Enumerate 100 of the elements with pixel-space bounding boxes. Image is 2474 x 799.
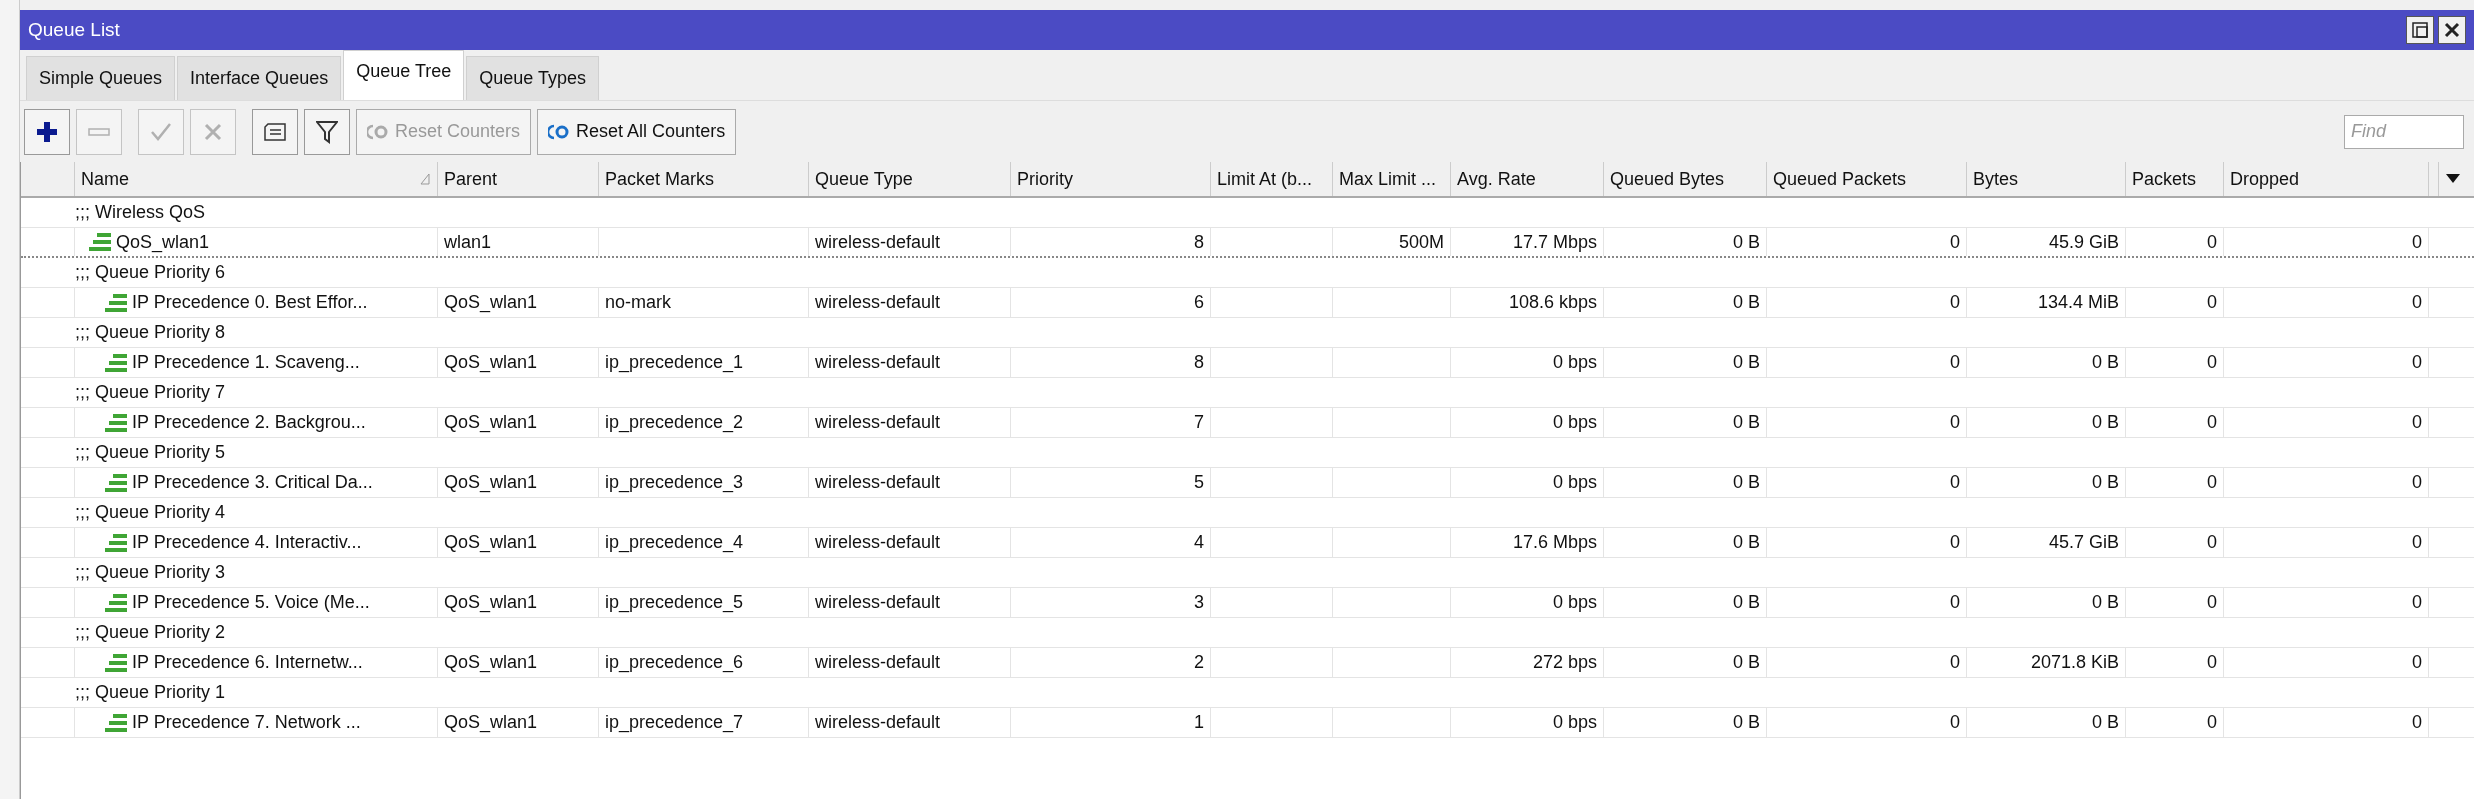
queue-icon xyxy=(105,593,127,612)
table-cell-text: 0 xyxy=(2207,351,2217,374)
table-cell-text: 0 xyxy=(2207,591,2217,614)
restore-button[interactable] xyxy=(2406,16,2434,44)
table-cell-text: 0 xyxy=(1950,230,1960,254)
table-cell-text: IP Precedence 7. Network ... xyxy=(132,711,361,734)
table-cell-text: wireless-default xyxy=(815,351,941,374)
table-cell-text: wireless-default xyxy=(815,531,941,554)
table-cell-text: IP Precedence 0. Best Effor... xyxy=(132,291,368,314)
table-cell-text: wireless-default xyxy=(815,591,941,614)
table-cell-text: 2071.8 KiB xyxy=(2030,651,2119,674)
table-cell-text: wireless-default xyxy=(815,230,941,254)
queue-row[interactable]: IP Precedence 4. Interactiv... QoS_wlan1 ip_precedence_4 wireless-default 4 17.6 Mbps 0 B 0 45.7 GiB 0 0 xyxy=(21,528,2474,558)
table-cell-text: 45.7 GiB xyxy=(2048,531,2119,554)
table-cell-text: 17.6 Mbps xyxy=(1512,531,1597,554)
column-header[interactable]: Packet Marks xyxy=(599,162,809,196)
table-cell-text: QoS_wlan1 xyxy=(444,411,538,435)
table-cell-text: ip_precedence_2 xyxy=(605,411,744,435)
column-header[interactable]: Priority xyxy=(1011,162,1211,196)
filter-button[interactable] xyxy=(304,108,350,155)
table-cell-text: wireless-default xyxy=(815,471,941,494)
queue-icon xyxy=(105,353,127,372)
queue-row[interactable]: IP Precedence 2. Backgrou... QoS_wlan1 ip_precedence_2 wireless-default 7 0 bps 0 B 0 0 B 0 0 xyxy=(21,408,2474,438)
column-header[interactable]: Packets xyxy=(2126,162,2224,196)
table-cell-text: 45.9 GiB xyxy=(2048,230,2119,254)
tab[interactable]: Queue Tree xyxy=(343,50,465,100)
table-cell-text: 0 B xyxy=(1732,291,1760,314)
queue-row[interactable]: IP Precedence 5. Voice (Me... QoS_wlan1 ip_precedence_5 wireless-default 3 0 bps 0 B 0 0 B 0 0 xyxy=(21,588,2474,618)
table-cell-text: 0 xyxy=(2207,531,2217,554)
comment-text: ;;; Queue Priority 2 xyxy=(75,621,226,644)
comment-text: ;;; Queue Priority 7 xyxy=(75,381,226,404)
column-header[interactable]: Limit At (b... xyxy=(1211,162,1333,196)
table-cell-text: 108.6 kbps xyxy=(1508,291,1597,314)
table-cell-text: QoS_wlan1 xyxy=(444,471,538,495)
table-cell-text: 1 xyxy=(1194,711,1204,734)
column-header[interactable]: Dropped xyxy=(2224,162,2429,196)
note-icon xyxy=(263,121,287,142)
table-cell-text: 3 xyxy=(1194,591,1204,614)
minus-icon xyxy=(88,126,110,137)
queue-row[interactable]: IP Precedence 6. Internetw... QoS_wlan1 ip_precedence_6 wireless-default 2 272 bps 0 B 0 2071.8 KiB 0 0 xyxy=(21,648,2474,678)
table-cell-text: IP Precedence 2. Backgrou... xyxy=(132,411,366,434)
table-cell-text: ip_precedence_4 xyxy=(605,531,744,555)
close-button[interactable] xyxy=(2438,16,2466,44)
table-cell-text: 0 bps xyxy=(1552,411,1597,434)
table-cell-text: 0 B xyxy=(2091,591,2119,614)
table-cell-text: IP Precedence 5. Voice (Me... xyxy=(132,591,370,614)
queue-icon xyxy=(105,473,127,492)
queue-row[interactable]: IP Precedence 1. Scaveng... QoS_wlan1 ip_precedence_1 wireless-default 8 0 bps 0 B 0 0 B 0 0 xyxy=(21,348,2474,378)
table-cell-text: 0 xyxy=(1950,351,1960,374)
window-title: Queue List xyxy=(28,17,120,42)
table-cell-text: IP Precedence 1. Scaveng... xyxy=(132,351,360,374)
table-cell-text: no-mark xyxy=(605,291,671,314)
table-cell-text: wireless-default xyxy=(815,291,941,314)
find-field[interactable]: Find xyxy=(2344,114,2464,149)
column-header[interactable]: Avg. Rate xyxy=(1451,162,1604,196)
table-cell-text: 0 xyxy=(2412,591,2422,614)
queue-row[interactable]: IP Precedence 7. Network ... QoS_wlan1 ip_precedence_7 wireless-default 1 0 bps 0 B 0 0 B 0 0 xyxy=(21,708,2474,738)
table-cell-text: 5 xyxy=(1194,471,1204,494)
table-cell-text: 0 bps xyxy=(1552,471,1597,494)
table-cell-text: 0 B xyxy=(2091,471,2119,494)
tab[interactable]: Interface Queues xyxy=(177,56,342,100)
table-cell-text: 8 xyxy=(1194,351,1204,374)
comment-text: ;;; Queue Priority 8 xyxy=(75,321,226,344)
comment-text: ;;; Wireless QoS xyxy=(75,201,206,224)
column-header[interactable]: Parent xyxy=(438,162,599,196)
table-cell-text: 0 bps xyxy=(1552,711,1597,734)
table-cell-text: 500M xyxy=(1398,230,1444,254)
table-cell-text: ip_precedence_6 xyxy=(605,651,744,675)
tab[interactable]: Simple Queues xyxy=(26,56,176,100)
table-cell-text: 0 xyxy=(2207,230,2217,254)
filter-icon xyxy=(316,119,338,144)
queue-row[interactable]: IP Precedence 0. Best Effor... QoS_wlan1 no-mark wireless-default 6 108.6 kbps 0 B 0 134.4 MiB 0 0 xyxy=(21,288,2474,318)
column-header[interactable]: Max Limit ... xyxy=(1333,162,1451,196)
restore-icon xyxy=(2412,22,2428,38)
comment-button[interactable] xyxy=(252,108,298,155)
add-button[interactable] xyxy=(24,108,70,155)
column-header[interactable]: Name xyxy=(75,162,438,196)
column-header[interactable]: Queue Type xyxy=(809,162,1011,196)
table-cell-text: 0 bps xyxy=(1552,591,1597,614)
table-cell-text: IP Precedence 3. Critical Da... xyxy=(132,471,373,494)
column-header[interactable]: Queued Packets xyxy=(1767,162,1967,196)
column-header[interactable]: Queued Bytes xyxy=(1604,162,1767,196)
column-header[interactable]: Bytes xyxy=(1967,162,2126,196)
table-cell-text: QoS_wlan1 xyxy=(444,351,538,375)
table-cell-text: 0 B xyxy=(2091,351,2119,374)
table-cell-text: 0 xyxy=(2412,471,2422,494)
queue-row[interactable]: IP Precedence 3. Critical Da... QoS_wlan1 ip_precedence_3 wireless-default 5 0 bps 0 B 0 0 B 0 0 xyxy=(21,468,2474,498)
tab[interactable]: Queue Types xyxy=(466,56,599,100)
table-cell-text: 0 xyxy=(1950,531,1960,554)
reset-button[interactable]: Reset All Counters xyxy=(537,108,737,155)
table-cell-text: 0 B xyxy=(1732,531,1760,554)
table-cell-text: QoS_wlan1 xyxy=(444,711,538,735)
table-cell-text: 0 xyxy=(2412,291,2422,314)
table-cell-text: 0 xyxy=(2207,411,2217,434)
table-cell-text: 0 xyxy=(2412,351,2422,374)
cross-icon xyxy=(203,121,223,142)
queue-icon xyxy=(105,653,127,672)
table-cell-text: 0 xyxy=(2412,531,2422,554)
queue-row[interactable]: QoS_wlan1 wlan1 wireless-default 8 500M 17.7 Mbps 0 B 0 45.9 GiB 0 0 xyxy=(21,228,2474,258)
table-cell-text: 0 xyxy=(2207,291,2217,314)
